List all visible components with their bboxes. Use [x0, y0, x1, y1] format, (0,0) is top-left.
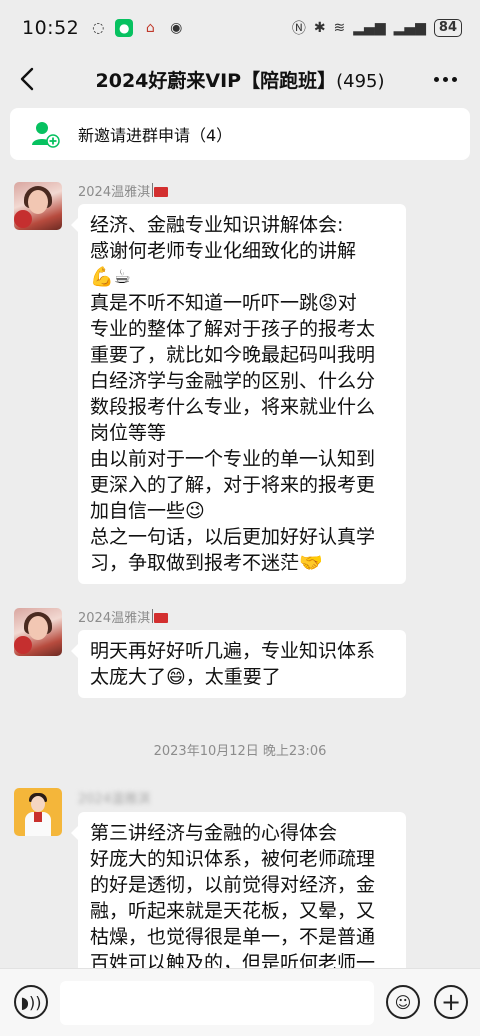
- more-actions-button[interactable]: +: [434, 985, 468, 1019]
- nfc-icon: Ⓝ: [291, 21, 306, 37]
- message-line: 经济、金融专业知识讲解体会:: [90, 214, 344, 236]
- message-bubble[interactable]: 明天再好好听几遍，专业知识体系 太庞大了😄，太重要了: [71, 630, 406, 698]
- message-line: 感谢何老师专业化细致化的讲解: [90, 240, 357, 262]
- flag-icon: [152, 608, 169, 623]
- message-line: 枯燥，也觉得很是单一，不是普通: [90, 926, 376, 948]
- avatar[interactable]: [14, 788, 62, 836]
- message-line: 太庞大了😄，太重要了: [90, 666, 281, 688]
- add-member-icon: [32, 122, 60, 148]
- group-name: 2024好蔚来VIP【陪跑班】: [95, 69, 337, 92]
- message-line: 💪☕: [90, 266, 131, 288]
- signal-icon: ▂▄▆: [353, 20, 386, 36]
- avatar[interactable]: [14, 608, 62, 656]
- message-bubble[interactable]: 经济、金融专业知识讲解体会: 感谢何老师专业化细致化的讲解 💪☕ 真是不听不知道…: [71, 204, 406, 584]
- more-dot-icon: [442, 76, 448, 82]
- message-line: 总之一句话，以后更加好好认真学: [90, 526, 376, 548]
- status-time: 10:52: [22, 17, 80, 39]
- emoji-button[interactable]: ☺: [386, 985, 420, 1019]
- status-right-icons: Ⓝ ✱ ≋ ▂▄▆ ▂▄▆ 84: [292, 18, 462, 38]
- message-line: 融，听起来就是天花板，又晕，又: [90, 900, 376, 922]
- message-line: 由以前对于一个专业的单一认知到: [90, 448, 376, 470]
- timestamp-separator: 2023年10月12日 晚上23:06: [153, 744, 327, 759]
- status-bar: 10:52 ◌ ● ⌂ ◉ Ⓝ ✱ ≋ ▂▄▆ ▂▄▆ 84: [0, 0, 480, 56]
- chat-message-list[interactable]: 2024温雅淇 经济、金融专业知识讲解体会: 感谢何老师专业化细致化的讲解 💪☕…: [0, 168, 480, 968]
- nav-bar: 2024好蔚来VIP【陪跑班】(495): [0, 56, 480, 102]
- wifi-icon: ≋: [333, 20, 346, 36]
- message-line: 明天再好好听几遍，专业知识体系: [90, 640, 376, 662]
- invite-request-text: 新邀请进群申请（4）: [78, 126, 233, 145]
- input-bar: ◗)) ☺ +: [0, 968, 480, 1036]
- more-dot-icon: [433, 76, 439, 82]
- message-line: 白经济学与金融学的区别、什么分: [90, 370, 376, 392]
- message-line: 的好是透彻，以前觉得对经济，金: [90, 874, 376, 896]
- chat-title: 2024好蔚来VIP【陪跑班】(495): [96, 66, 385, 93]
- back-button[interactable]: [14, 64, 42, 94]
- flag-icon: [152, 182, 169, 197]
- message-bubble[interactable]: 第三讲经济与金融的心得体会 好庞大的知识体系，被何老师疏理 的好是透彻，以前觉得…: [71, 812, 406, 968]
- message-line: 数段报考什么专业，将来就业什么: [90, 396, 376, 418]
- message-line: 习，争取做到报考不迷茫🤝: [90, 552, 323, 574]
- message-line: 真是不听不知道一听吓一跳😡对: [90, 292, 357, 314]
- message-line: 好庞大的知识体系，被何老师疏理: [90, 848, 376, 870]
- status-left-icons: ◌ ● ⌂ ◉: [89, 19, 185, 37]
- more-dot-icon: [451, 76, 457, 82]
- message-line: 岗位等等: [90, 422, 167, 444]
- more-options-button[interactable]: [430, 66, 460, 92]
- message-line: 百姓可以触及的，但是听何老师一: [90, 952, 376, 968]
- message-line: 加自信一些😉: [90, 500, 205, 522]
- message-line: 第三讲经济与金融的心得体会: [90, 822, 338, 844]
- bluetooth-icon: ✱: [313, 20, 326, 36]
- chat-bubble-icon: ◌: [92, 20, 105, 36]
- eye-icon: ◉: [170, 20, 183, 36]
- group-invite-request-banner[interactable]: 新邀请进群申请（4）: [10, 108, 470, 160]
- signal-icon: ▂▄▆: [393, 20, 426, 36]
- emoji-icon: ☺: [394, 992, 412, 1012]
- sender-name: 2024温雅淇: [78, 607, 169, 626]
- member-count: (495): [336, 70, 385, 92]
- voice-input-button[interactable]: ◗)): [14, 985, 48, 1019]
- message-input[interactable]: [60, 981, 374, 1025]
- avatar[interactable]: [14, 182, 62, 230]
- wechat-icon: ●: [115, 19, 134, 37]
- sender-name: 2024温雅淇: [78, 181, 169, 200]
- home-icon: ⌂: [145, 20, 155, 36]
- battery-indicator: 84: [433, 19, 462, 37]
- plus-icon: +: [440, 988, 462, 1016]
- sender-name: 2024温雅淇: [78, 792, 151, 807]
- voice-icon: ◗)): [20, 992, 42, 1012]
- message-line: 专业的整体了解对于孩子的报考太: [90, 318, 376, 340]
- message-line: 更深入的了解，对于将来的报考更: [90, 474, 376, 496]
- back-arrow-icon: [20, 67, 34, 91]
- message-line: 重要了，就比如今晚最起码叫我明: [90, 344, 376, 366]
